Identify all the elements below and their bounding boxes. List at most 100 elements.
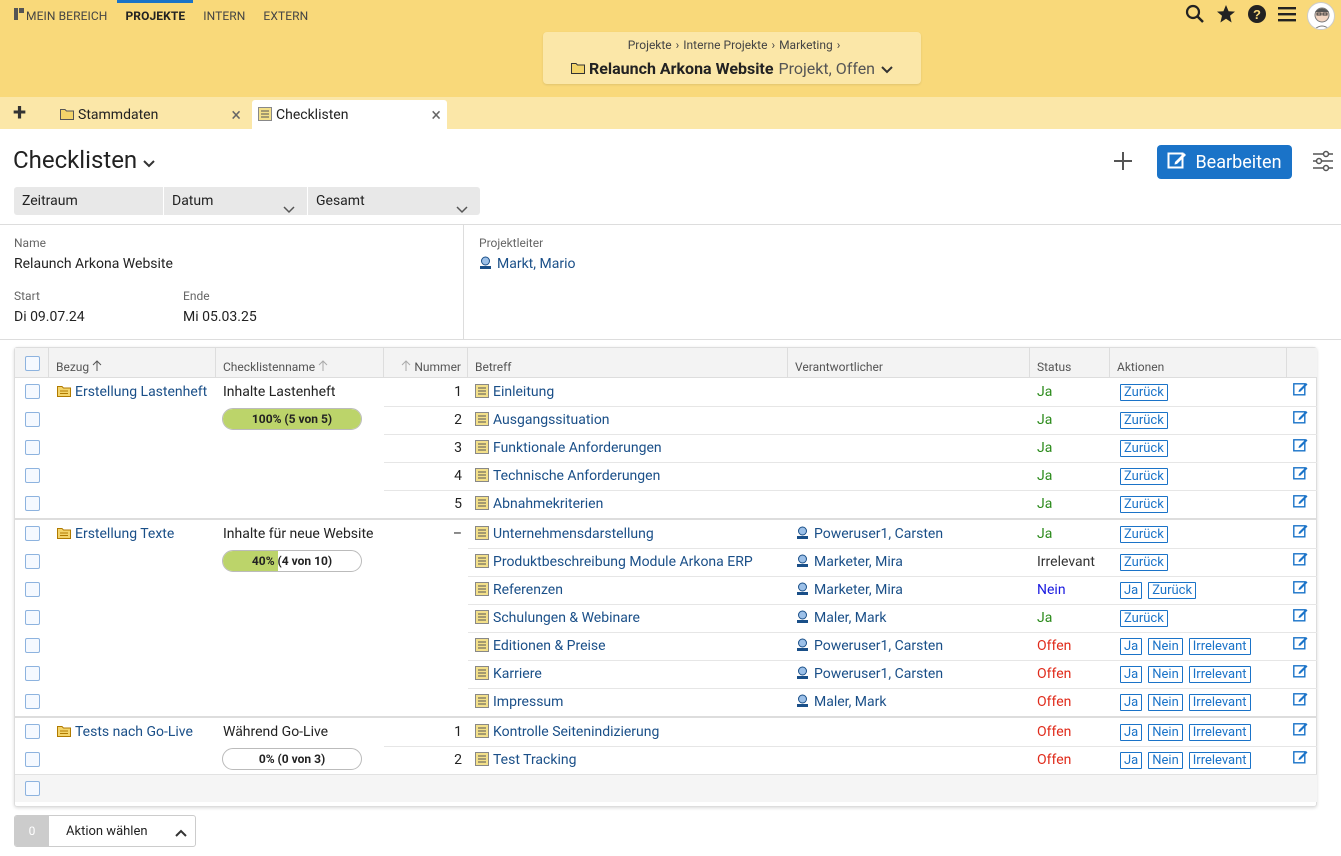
- action-button-ja[interactable]: Ja: [1120, 666, 1143, 683]
- nav-intern[interactable]: INTERN: [203, 0, 245, 32]
- action-button-ja[interactable]: Ja: [1120, 694, 1143, 711]
- betreff-link[interactable]: Funktionale Anforderungen: [475, 434, 662, 462]
- filter-datum[interactable]: Datum: [164, 187, 308, 215]
- verantwortlicher-link[interactable]: Poweruser1, Carsten: [796, 660, 943, 688]
- row-checkbox[interactable]: [25, 752, 40, 767]
- header-verantwortlicher[interactable]: Verantwortlicher: [788, 348, 1030, 378]
- close-icon[interactable]: ×: [431, 105, 441, 126]
- edit-button[interactable]: Bearbeiten: [1157, 145, 1292, 179]
- tab-stammdaten[interactable]: Stammdaten ×: [52, 100, 247, 129]
- edit-row-icon[interactable]: [1293, 604, 1308, 632]
- row-checkbox[interactable]: [25, 526, 40, 541]
- lead-link[interactable]: Markt, Mario: [479, 256, 575, 272]
- menu-icon[interactable]: [1278, 6, 1296, 26]
- header-nummer[interactable]: Nummer: [384, 348, 468, 378]
- edit-row-icon[interactable]: [1293, 406, 1308, 434]
- row-checkbox[interactable]: [25, 694, 40, 709]
- betreff-link[interactable]: Referenzen: [475, 576, 563, 604]
- action-button-zurck[interactable]: Zurück: [1120, 554, 1168, 571]
- edit-row-icon[interactable]: [1293, 434, 1308, 462]
- view-settings-icon[interactable]: [1312, 150, 1334, 176]
- select-all-checkbox[interactable]: [25, 356, 40, 371]
- header-betreff[interactable]: Betreff: [468, 348, 788, 378]
- action-button-zurck[interactable]: Zurück: [1120, 384, 1168, 401]
- verantwortlicher-link[interactable]: Marketer, Mira: [796, 548, 903, 576]
- filter-zeitraum[interactable]: Zeitraum: [14, 187, 164, 215]
- verantwortlicher-link[interactable]: Poweruser1, Carsten: [796, 632, 943, 660]
- row-checkbox[interactable]: [25, 724, 40, 739]
- betreff-link[interactable]: Schulungen & Webinare: [475, 604, 640, 632]
- edit-row-icon[interactable]: [1293, 490, 1308, 518]
- breadcrumb-item[interactable]: Projekte: [628, 38, 672, 52]
- row-checkbox[interactable]: [25, 412, 40, 427]
- edit-row-icon[interactable]: [1293, 378, 1308, 406]
- action-button-zurck[interactable]: Zurück: [1120, 610, 1168, 627]
- tab-checklisten[interactable]: Checklisten ×: [252, 100, 447, 129]
- close-icon[interactable]: ×: [231, 105, 241, 126]
- row-checkbox[interactable]: [25, 496, 40, 511]
- action-button-zurck[interactable]: Zurück: [1120, 496, 1168, 513]
- action-button-irrelevant[interactable]: Irrelevant: [1188, 638, 1251, 655]
- edit-row-icon[interactable]: [1293, 576, 1308, 604]
- action-button-ja[interactable]: Ja: [1120, 724, 1143, 741]
- action-button-nein[interactable]: Nein: [1148, 752, 1183, 769]
- nav-extern[interactable]: EXTERN: [263, 0, 308, 32]
- betreff-link[interactable]: Produktbeschreibung Module Arkona ERP: [475, 548, 753, 576]
- nav-projekte[interactable]: PROJEKTE: [117, 0, 193, 32]
- row-checkbox[interactable]: [25, 554, 40, 569]
- row-checkbox[interactable]: [25, 610, 40, 625]
- bulk-action-bar[interactable]: 0 Aktion wählen: [14, 815, 196, 847]
- verantwortlicher-link[interactable]: Maler, Mark: [796, 604, 886, 632]
- help-icon[interactable]: ?: [1247, 4, 1267, 28]
- edit-row-icon[interactable]: [1293, 718, 1308, 746]
- betreff-link[interactable]: Editionen & Preise: [475, 632, 606, 660]
- action-button-irrelevant[interactable]: Irrelevant: [1188, 694, 1251, 711]
- betreff-link[interactable]: Karriere: [475, 660, 542, 688]
- action-button-nein[interactable]: Nein: [1148, 694, 1183, 711]
- filter-gesamt[interactable]: Gesamt: [308, 187, 480, 215]
- verantwortlicher-link[interactable]: Maler, Mark: [796, 688, 886, 716]
- betreff-link[interactable]: Einleitung: [475, 378, 554, 406]
- star-icon[interactable]: [1216, 4, 1236, 28]
- edit-row-icon[interactable]: [1293, 548, 1308, 576]
- add-button[interactable]: [1113, 149, 1133, 175]
- edit-row-icon[interactable]: [1293, 520, 1308, 548]
- betreff-link[interactable]: Unternehmensdarstellung: [475, 520, 654, 548]
- breadcrumb-item[interactable]: Marketing: [779, 38, 833, 52]
- header-status[interactable]: Status: [1030, 348, 1110, 378]
- project-title-row[interactable]: Relaunch Arkona Website Projekt, Offen: [543, 59, 921, 78]
- betreff-link[interactable]: Ausgangssituation: [475, 406, 610, 434]
- user-avatar[interactable]: [1307, 2, 1335, 30]
- action-button-zurck[interactable]: Zurück: [1148, 582, 1197, 599]
- action-button-ja[interactable]: Ja: [1120, 582, 1143, 599]
- nav-mein-bereich[interactable]: MEIN BEREICH: [26, 0, 107, 32]
- edit-row-icon[interactable]: [1293, 632, 1308, 660]
- betreff-link[interactable]: Test Tracking: [475, 746, 576, 774]
- edit-row-icon[interactable]: [1293, 660, 1308, 688]
- bezug-link[interactable]: Erstellung Texte: [57, 520, 174, 548]
- row-checkbox[interactable]: [25, 440, 40, 455]
- row-checkbox[interactable]: [25, 666, 40, 681]
- action-button-ja[interactable]: Ja: [1120, 752, 1143, 769]
- action-button-irrelevant[interactable]: Irrelevant: [1188, 724, 1251, 741]
- action-button-zurck[interactable]: Zurück: [1120, 468, 1168, 485]
- breadcrumb-item[interactable]: Interne Projekte: [683, 38, 767, 52]
- row-checkbox[interactable]: [25, 582, 40, 597]
- action-button-irrelevant[interactable]: Irrelevant: [1188, 666, 1251, 683]
- page-title[interactable]: Checklisten: [13, 146, 155, 174]
- action-button-nein[interactable]: Nein: [1148, 724, 1183, 741]
- search-icon[interactable]: [1185, 4, 1205, 28]
- betreff-link[interactable]: Technische Anforderungen: [475, 462, 660, 490]
- edit-row-icon[interactable]: [1293, 688, 1308, 716]
- betreff-link[interactable]: Impressum: [475, 688, 563, 716]
- edit-row-icon[interactable]: [1293, 462, 1308, 490]
- action-button-zurck[interactable]: Zurück: [1120, 412, 1168, 429]
- action-button-zurck[interactable]: Zurück: [1120, 440, 1168, 457]
- header-checkliste[interactable]: Checklistenname: [216, 348, 384, 378]
- header-bezug[interactable]: Bezug: [49, 348, 216, 378]
- action-button-nein[interactable]: Nein: [1148, 666, 1183, 683]
- row-checkbox[interactable]: [25, 781, 40, 796]
- action-button-nein[interactable]: Nein: [1148, 638, 1183, 655]
- betreff-link[interactable]: Kontrolle Seitenindizierung: [475, 718, 659, 746]
- home-grid-icon[interactable]: [14, 8, 24, 24]
